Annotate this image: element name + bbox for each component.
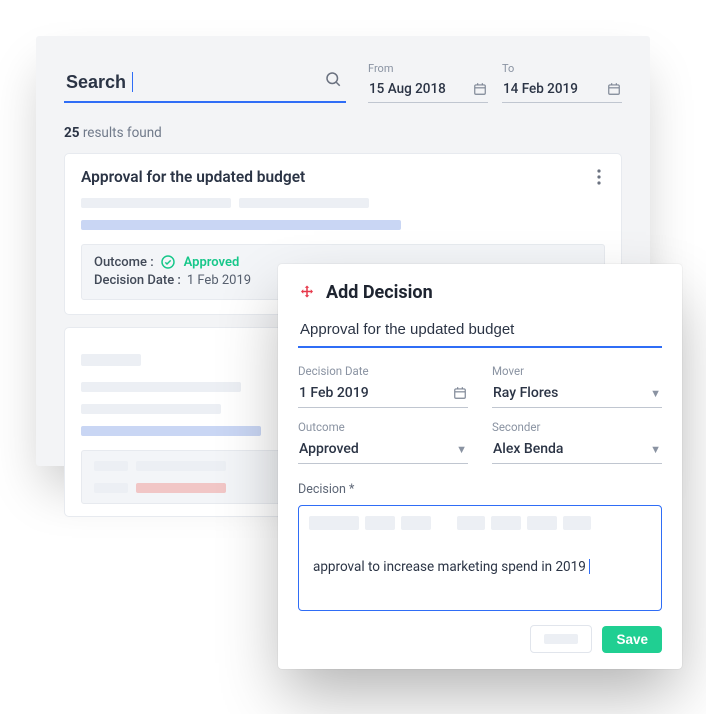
toolbar-button[interactable] [309, 516, 359, 530]
toolbar-button[interactable] [527, 516, 557, 530]
save-button[interactable]: Save [602, 626, 662, 653]
outcome-value: Approved [299, 441, 359, 457]
search-text-cursor [132, 72, 133, 92]
field-label: Decision Date [298, 364, 468, 378]
modal-title: Add Decision [326, 282, 433, 303]
decision-date-label: Decision Date : [94, 273, 181, 288]
from-date-label: From [368, 62, 488, 75]
outcome-label: Outcome : [94, 255, 154, 270]
editor-toolbar [309, 516, 651, 530]
date-range: From 15 Aug 2018 To 14 Fe [368, 62, 622, 103]
calendar-icon[interactable] [453, 386, 467, 400]
decision-field-label: Decision * [298, 482, 662, 497]
results-count-suffix: results found [80, 125, 162, 141]
field-label: Outcome [298, 420, 468, 434]
decision-text: approval to increase marketing spend in … [309, 559, 586, 575]
calendar-icon[interactable] [473, 82, 487, 96]
seconder-value: Alex Benda [493, 441, 563, 457]
to-date-field[interactable]: To 14 Feb 2019 [502, 62, 622, 103]
editor-text-cursor [589, 559, 590, 574]
decision-date-field[interactable]: Decision Date 1 Feb 2019 [298, 364, 468, 408]
mover-value: Ray Flores [493, 385, 558, 401]
seconder-field[interactable]: Seconder Alex Benda ▼ [492, 420, 662, 464]
outcome-field[interactable]: Outcome Approved ▼ [298, 420, 468, 464]
more-options-icon[interactable] [593, 169, 605, 185]
search-field-wrap [64, 66, 346, 103]
from-date-value: 15 Aug 2018 [369, 81, 446, 97]
mover-field[interactable]: Mover Ray Flores ▼ [492, 364, 662, 408]
chevron-down-icon[interactable]: ▼ [456, 443, 467, 456]
results-count-number: 25 [64, 125, 80, 141]
move-icon[interactable] [298, 284, 316, 302]
toolbar-button[interactable] [491, 516, 521, 530]
field-label: Seconder [492, 420, 662, 434]
from-date-field[interactable]: From 15 Aug 2018 [368, 62, 488, 103]
toolbar-button[interactable] [457, 516, 485, 530]
skeleton-line [81, 198, 605, 208]
add-decision-modal: Add Decision Decision Date 1 Feb 2019 Mo [278, 264, 682, 669]
field-label: Mover [492, 364, 662, 378]
cancel-button[interactable] [530, 625, 592, 653]
outcome-value: Approved [184, 255, 240, 270]
check-circle-icon [160, 254, 176, 270]
skeleton-line [81, 220, 605, 230]
decision-title-input[interactable] [298, 315, 662, 348]
to-date-label: To [502, 62, 622, 75]
search-icon[interactable] [324, 70, 342, 88]
calendar-icon[interactable] [607, 82, 621, 96]
decision-editor[interactable]: approval to increase marketing spend in … [298, 505, 662, 611]
decision-date-value: 1 Feb 2019 [299, 385, 369, 401]
search-input[interactable] [64, 66, 346, 103]
result-card-title: Approval for the updated budget [81, 168, 305, 186]
to-date-value: 14 Feb 2019 [503, 81, 578, 97]
decision-date-value: 1 Feb 2019 [187, 273, 251, 288]
results-count: 25 results found [64, 125, 622, 141]
chevron-down-icon[interactable]: ▼ [650, 443, 661, 456]
chevron-down-icon[interactable]: ▼ [650, 387, 661, 400]
toolbar-button[interactable] [401, 516, 431, 530]
toolbar-button[interactable] [563, 516, 591, 530]
toolbar-button[interactable] [365, 516, 395, 530]
